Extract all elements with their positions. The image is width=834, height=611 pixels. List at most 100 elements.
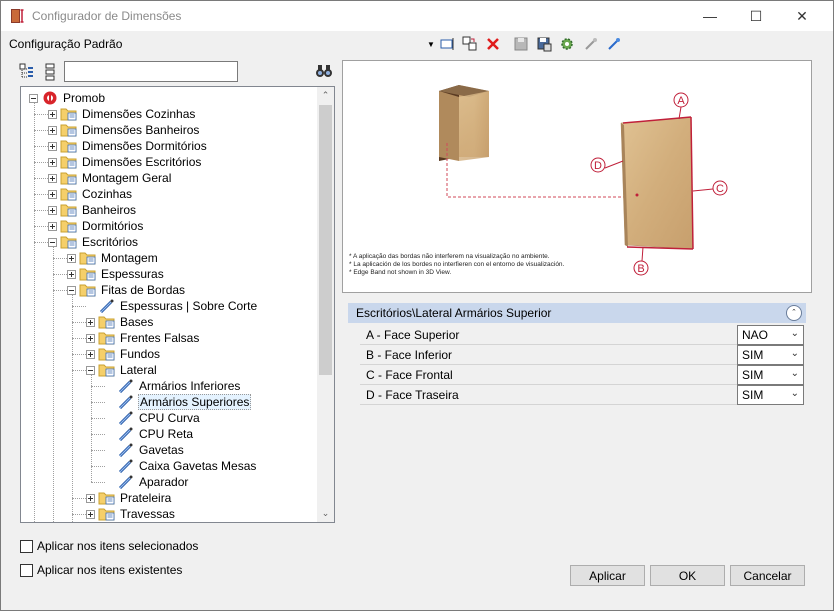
settings-button[interactable] xyxy=(557,34,577,54)
tree-item[interactable]: CPU Curva xyxy=(105,410,201,426)
collapse-icon[interactable] xyxy=(67,285,76,295)
expand-icon[interactable] xyxy=(48,125,57,135)
tree-item[interactable]: Caixa Gavetas Mesas xyxy=(105,458,257,474)
copy-config-button[interactable] xyxy=(460,34,480,54)
tree-item[interactable]: Dimensões Dormitórios xyxy=(48,138,208,154)
expand-icon[interactable] xyxy=(67,253,76,263)
tree-item[interactable]: Montagem Geral xyxy=(48,170,172,186)
minimize-button[interactable]: — xyxy=(687,1,733,31)
expand-all-button[interactable] xyxy=(43,63,57,81)
tree-item[interactable]: Espessuras xyxy=(67,266,165,282)
property-value-select[interactable]: NAO ⌄ xyxy=(737,325,804,345)
collapse-section-button[interactable]: ˆ xyxy=(786,305,802,321)
import-button[interactable] xyxy=(581,34,601,54)
tree-item[interactable]: Aparador xyxy=(105,474,189,490)
tree-item[interactable]: Escritórios xyxy=(48,234,139,250)
save-as-button[interactable] xyxy=(534,34,554,54)
scrollbar-thumb[interactable] xyxy=(319,105,332,375)
tree-search-input[interactable] xyxy=(64,61,238,82)
expand-icon[interactable] xyxy=(86,333,95,343)
tree-item[interactable]: Lateral xyxy=(86,362,158,378)
collapse-icon[interactable] xyxy=(29,93,38,103)
cancel-button[interactable]: Cancelar xyxy=(730,565,805,586)
dialog-window: Configurador de Dimensões — ☐ ✕ Configur… xyxy=(0,0,834,611)
maximize-button[interactable]: ☐ xyxy=(733,1,779,31)
tree-item[interactable]: Fitas de Bordas xyxy=(67,282,186,298)
tree-item[interactable]: Prateleira xyxy=(86,490,172,506)
apply-existing-label: Aplicar nos itens existentes xyxy=(37,563,183,577)
tree-item[interactable]: Armários Superiores xyxy=(105,394,252,410)
apply-selected-checkbox[interactable] xyxy=(20,539,33,553)
expand-icon[interactable] xyxy=(48,221,57,231)
ok-button[interactable]: OK xyxy=(650,565,725,586)
delete-button[interactable] xyxy=(483,34,503,54)
scroll-up-button[interactable]: ⌃ xyxy=(317,87,334,104)
tree-item-label: Travessas xyxy=(120,507,175,521)
tree-item[interactable]: Dimensões Escritórios xyxy=(48,154,202,170)
apply-existing-checkbox[interactable] xyxy=(20,563,33,577)
tree-connector xyxy=(72,306,86,307)
tree-item[interactable]: Banheiros xyxy=(48,202,137,218)
collapse-icon[interactable] xyxy=(86,365,95,375)
tree-item[interactable]: Dimensões Cozinhas xyxy=(48,106,196,122)
expand-icon[interactable] xyxy=(48,141,57,151)
tree-item[interactable]: Dormitórios xyxy=(48,218,144,234)
tree-item[interactable]: Cozinhas xyxy=(48,186,133,202)
property-value-select[interactable]: SIM ⌄ xyxy=(737,385,804,405)
svg-text:C: C xyxy=(716,183,724,195)
marker-b: B xyxy=(633,246,649,276)
expand-icon[interactable] xyxy=(48,173,57,183)
tree-connector xyxy=(34,194,48,195)
apply-selected-option[interactable]: Aplicar nos itens selecionados xyxy=(20,539,198,553)
apply-existing-option[interactable]: Aplicar nos itens existentes xyxy=(20,563,182,577)
tree-item-label: Espessuras | Sobre Corte xyxy=(120,299,258,313)
expand-icon[interactable] xyxy=(86,349,95,359)
tree-connector xyxy=(72,354,86,355)
new-config-button[interactable] xyxy=(438,34,458,54)
tree-connector xyxy=(91,466,105,467)
tree-item[interactable]: Montagem xyxy=(67,250,159,266)
tree-item[interactable]: Espessuras | Sobre Corte xyxy=(86,298,258,314)
expand-icon[interactable] xyxy=(48,157,57,167)
tree-item-label: CPU Curva xyxy=(139,411,200,425)
tree-connector xyxy=(72,322,86,323)
tree-item-label: Fitas de Bordas xyxy=(101,283,186,297)
tree-item[interactable]: Gavetas xyxy=(105,442,185,458)
property-value-select[interactable]: SIM ⌄ xyxy=(737,365,804,385)
property-name: A - Face Superior xyxy=(366,328,460,342)
tree-item[interactable]: Dimensões Banheiros xyxy=(48,122,200,138)
collapse-icon[interactable] xyxy=(48,237,57,247)
tree-item[interactable]: Fundos xyxy=(86,346,161,362)
expand-icon[interactable] xyxy=(48,189,57,199)
folder-icon xyxy=(60,123,78,137)
tree-connector xyxy=(91,418,105,419)
expand-icon[interactable] xyxy=(67,269,76,279)
expand-icon[interactable] xyxy=(86,317,95,327)
tree-scrollbar[interactable]: ⌃ ⌄ xyxy=(317,87,334,522)
property-value-select[interactable]: SIM ⌄ xyxy=(737,345,804,365)
folder-icon xyxy=(60,171,78,185)
tree-item[interactable]: Armários Inferiores xyxy=(105,378,241,394)
tree-item[interactable]: Bases xyxy=(86,314,154,330)
expand-icon[interactable] xyxy=(48,109,57,119)
collapse-all-button[interactable] xyxy=(19,63,37,81)
tree-connector xyxy=(91,450,105,451)
expand-icon[interactable] xyxy=(48,205,57,215)
export-button[interactable] xyxy=(604,34,624,54)
apply-button[interactable]: Aplicar xyxy=(570,565,645,586)
save-button[interactable] xyxy=(511,34,531,54)
tree-item[interactable]: Frentes Falsas xyxy=(86,330,200,346)
tree-connector xyxy=(34,103,35,522)
tree-view[interactable]: Promob Dimensões Cozinhas Dimensões Banhei… xyxy=(20,86,335,523)
property-value: SIM xyxy=(742,348,764,362)
edge-band-icon xyxy=(117,459,135,474)
scroll-down-button[interactable]: ⌄ xyxy=(317,505,334,522)
tree-item[interactable]: CPU Reta xyxy=(105,426,194,442)
search-button[interactable] xyxy=(315,62,335,82)
tree-item[interactable]: Travessas xyxy=(86,506,176,522)
tree-connector xyxy=(34,162,48,163)
tree-item[interactable]: Promob xyxy=(29,90,106,106)
expand-icon[interactable] xyxy=(86,509,95,519)
expand-icon[interactable] xyxy=(86,493,95,503)
close-button[interactable]: ✕ xyxy=(779,1,825,31)
